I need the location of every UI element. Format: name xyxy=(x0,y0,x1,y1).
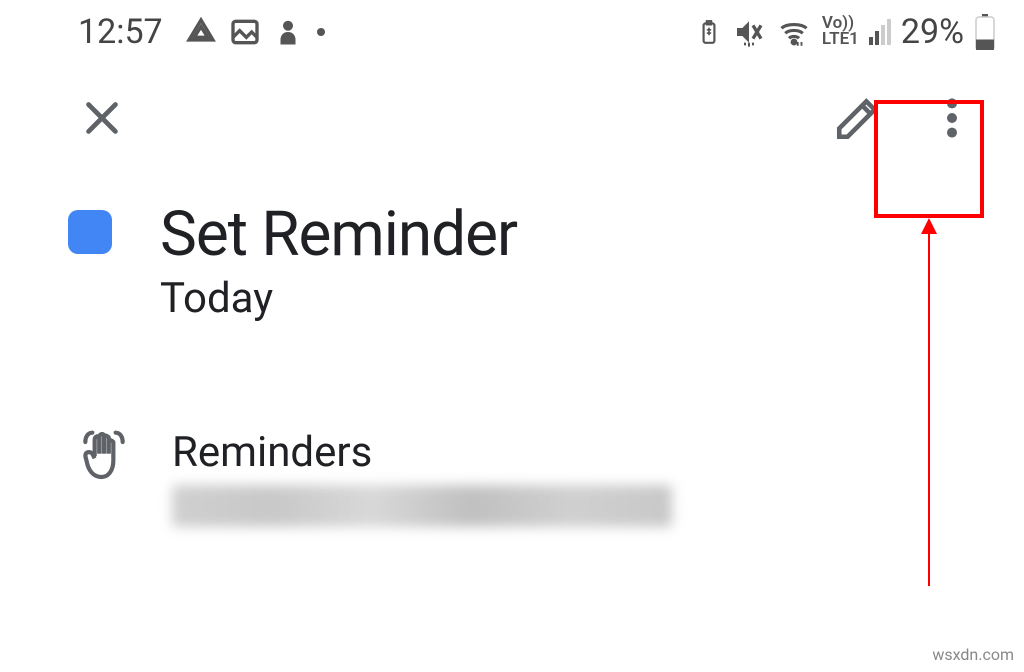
watermark: wsxdn.com xyxy=(932,645,1014,664)
image-icon xyxy=(229,16,261,48)
person-icon xyxy=(273,16,303,48)
annotation-arrow-line xyxy=(928,226,930,586)
more-vert-icon xyxy=(927,93,977,143)
more-options-button[interactable] xyxy=(924,90,980,146)
reminders-info: Reminders xyxy=(172,428,672,527)
reminders-section: Reminders xyxy=(68,428,964,527)
dot-icon xyxy=(315,26,327,38)
wifi-icon xyxy=(776,17,812,47)
calendar-color-chip[interactable] xyxy=(68,210,112,254)
mute-vibrate-icon xyxy=(732,16,766,48)
reminder-text-block: Set Reminder Today xyxy=(160,198,964,323)
reminders-label: Reminders xyxy=(172,428,672,477)
close-icon xyxy=(79,95,125,141)
reminder-title: Set Reminder xyxy=(160,198,964,272)
edit-button[interactable] xyxy=(830,90,886,146)
battery-saver-icon xyxy=(696,15,722,49)
drive-icon xyxy=(185,16,217,48)
pencil-icon xyxy=(833,93,883,143)
status-right: Vo)) LTE1 29% xyxy=(696,12,996,52)
status-bar: 12:57 Vo)) LTE1 29% xyxy=(0,0,1024,58)
lte-indicator: Vo)) LTE1 xyxy=(822,16,859,47)
account-email-blurred xyxy=(172,485,672,527)
content: Set Reminder Today Reminders xyxy=(0,178,1024,527)
status-time: 12:57 xyxy=(78,12,163,52)
reminder-hand-icon xyxy=(76,428,132,484)
reminder-date: Today xyxy=(160,274,964,323)
signal-icon xyxy=(869,19,891,45)
annotation-arrow-head xyxy=(921,218,937,234)
reminder-header: Set Reminder Today xyxy=(68,198,964,323)
toolbar xyxy=(0,58,1024,178)
close-button[interactable] xyxy=(74,90,130,146)
battery-percent: 29% xyxy=(901,12,964,52)
battery-icon xyxy=(974,14,996,50)
status-left: 12:57 xyxy=(78,12,327,52)
